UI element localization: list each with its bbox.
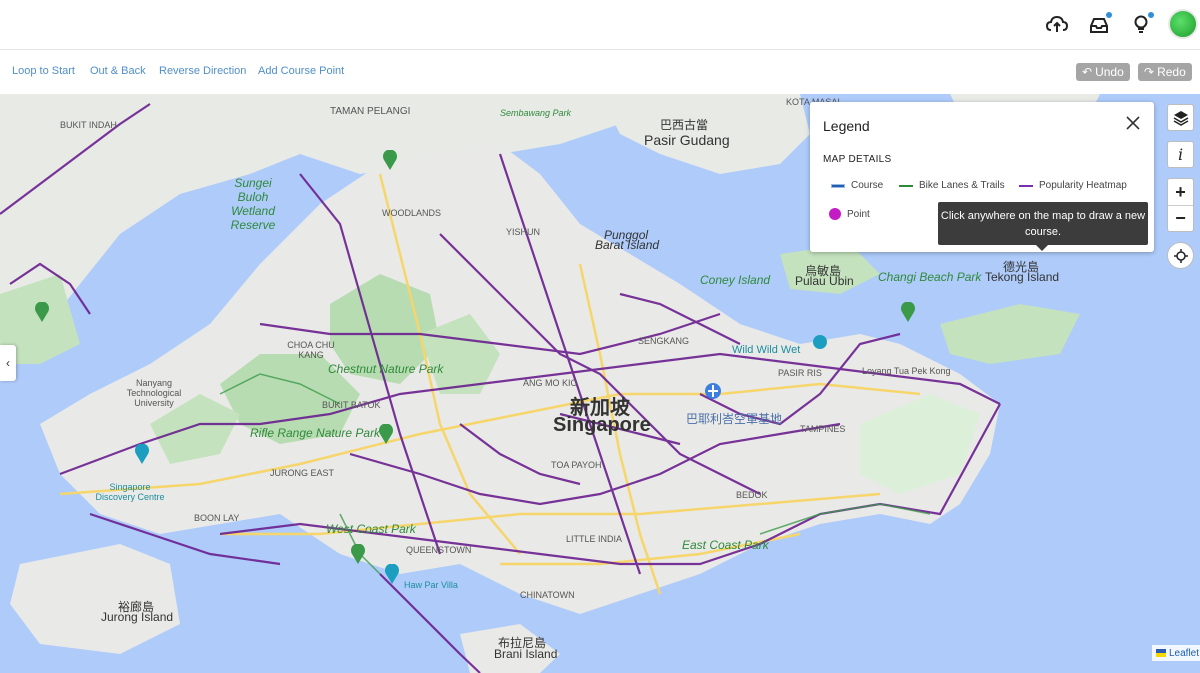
notification-dot <box>1106 12 1112 18</box>
map-label-haw-par: Haw Par Villa <box>404 580 458 590</box>
legend-subtitle: MAP DETAILS <box>823 154 892 165</box>
map-attribution[interactable]: Leaflet <box>1152 645 1200 661</box>
add-course-point-button[interactable]: Add Course Point <box>258 65 344 77</box>
map-label-ang-mo-kio: ANG MO KIO <box>523 378 578 388</box>
locate-button[interactable] <box>1167 242 1194 269</box>
redo-icon: ↷ <box>1144 65 1155 79</box>
map-label-woodlands: WOODLANDS <box>382 208 442 218</box>
map-label-tekong: Tekong Island <box>985 270 1060 284</box>
legend-item-bike-lanes: Bike Lanes & Trails <box>899 180 1005 191</box>
layers-icon <box>1173 110 1188 126</box>
map-label-yishun: YISHUN <box>506 227 541 237</box>
upload-icon[interactable] <box>1041 9 1073 41</box>
map-label-jurong-east: JURONG EAST <box>270 468 335 478</box>
flag-icon <box>1156 649 1166 657</box>
info-icon: i <box>1177 145 1184 164</box>
park-pin-icon[interactable] <box>812 334 828 354</box>
heatmap-swatch <box>1019 184 1033 187</box>
zoom-control: + − <box>1167 178 1194 232</box>
map-label-pasir-ris: PASIR RIS <box>778 368 822 378</box>
attraction-pin-icon[interactable] <box>384 564 400 584</box>
out-and-back-button[interactable]: Out & Back <box>90 65 146 77</box>
layers-button[interactable] <box>1167 104 1194 131</box>
draw-hint-tooltip: Click anywhere on the map to draw a new … <box>938 202 1148 251</box>
map-label-chinatown: CHINATOWN <box>520 590 575 600</box>
map-label-little-india: LITTLE INDIA <box>566 534 623 544</box>
park-pin-icon[interactable] <box>34 302 50 322</box>
map-label-pasir-gudang-cn: 巴西古當 <box>660 118 709 132</box>
map-label-bukit-batok: BUKIT BATOK <box>322 400 381 410</box>
map-label-paya-lebar-cn: 巴耶利峇空軍基地 <box>686 412 783 426</box>
map-label-toa-payoh: TOA PAYOH <box>551 460 602 470</box>
undo-icon: ↶ <box>1082 65 1093 79</box>
lightbulb-icon[interactable] <box>1125 9 1157 41</box>
chevron-left-icon: ‹ <box>6 356 10 370</box>
map-label-rifle-range: Rifle Range Nature Park <box>250 426 381 440</box>
map-label-sengkang: SENGKANG <box>638 336 690 346</box>
zoom-in-button[interactable]: + <box>1168 179 1193 205</box>
legend-item-point: Point <box>829 208 870 220</box>
map-label-choa-chu-kang: CHOA CHU KANG <box>287 340 335 360</box>
map-label-pulau-ubin: Pulau Ubin <box>795 274 854 288</box>
map-label-east-coast: East Coast Park <box>682 538 769 552</box>
park-pin-icon[interactable] <box>900 302 916 322</box>
inbox-icon[interactable] <box>1083 9 1115 41</box>
map-label-sembawang: Sembawang Park <box>500 108 572 118</box>
zoom-out-button[interactable]: − <box>1168 205 1193 231</box>
notification-dot <box>1148 12 1154 18</box>
bike-lanes-swatch <box>899 184 913 187</box>
info-button[interactable]: i <box>1167 141 1194 168</box>
map-label-tampines: TAMPINES <box>800 424 846 434</box>
map-label-bedok: BEDOK <box>736 490 768 500</box>
map-label-west-coast: West Coast Park <box>326 522 416 536</box>
legend-item-heatmap: Popularity Heatmap <box>1019 180 1127 191</box>
map-label-singapore: Singapore <box>553 414 651 436</box>
route-toolbar: Loop to Start Out & Back Reverse Directi… <box>0 50 1200 94</box>
avatar[interactable] <box>1168 9 1198 39</box>
map-label-changi-beach: Changi Beach Park <box>878 270 982 284</box>
map-label-pasir-gudang: Pasir Gudang <box>644 132 730 148</box>
top-header <box>0 0 1200 50</box>
park-pin-icon[interactable] <box>350 544 366 564</box>
park-pin-icon[interactable] <box>382 150 398 170</box>
map-label-sungei-buloh: Sungei Buloh Wetland Reserve <box>230 176 276 232</box>
loop-to-start-button[interactable]: Loop to Start <box>12 65 75 77</box>
redo-button[interactable]: ↷ Redo <box>1138 63 1192 81</box>
map-label-loyang: Loyang Tua Pek Kong <box>862 366 951 376</box>
sidebar-toggle-button[interactable]: ‹ <box>0 345 16 381</box>
close-icon[interactable] <box>1124 114 1142 132</box>
map-label-bukit-indah: BUKIT INDAH <box>60 120 117 130</box>
legend-title: Legend <box>823 118 870 134</box>
museum-pin-icon[interactable] <box>134 444 150 464</box>
map-label-discovery-centre: Singapore Discovery Centre <box>95 482 165 502</box>
map-label-wild-wild-wet: Wild Wild Wet <box>732 344 801 356</box>
map-label-boon-lay: BOON LAY <box>194 513 240 523</box>
map-label-queenstown: QUEENSTOWN <box>406 545 472 555</box>
map-label-jurong-island: Jurong Island <box>101 610 174 624</box>
map-label-chestnut: Chestnut Nature Park <box>328 362 444 376</box>
park-pin-icon[interactable] <box>378 424 394 444</box>
map-label-taman-pelangi: TAMAN PELANGI <box>330 106 411 117</box>
map-label-coney-island: Coney Island <box>700 273 771 287</box>
undo-button[interactable]: ↶ Undo <box>1076 63 1130 81</box>
point-swatch <box>829 208 841 220</box>
legend-item-course: Course <box>831 180 883 191</box>
map-label-punggol-island: Barat Island <box>595 238 660 252</box>
map-label-ntu: Nanyang Technological University <box>126 378 182 408</box>
course-swatch <box>831 183 845 188</box>
reverse-direction-button[interactable]: Reverse Direction <box>159 65 246 77</box>
crosshair-icon <box>1173 248 1188 263</box>
map-label-brani: Brani Island <box>494 647 558 661</box>
airport-pin-icon[interactable] <box>704 382 722 404</box>
